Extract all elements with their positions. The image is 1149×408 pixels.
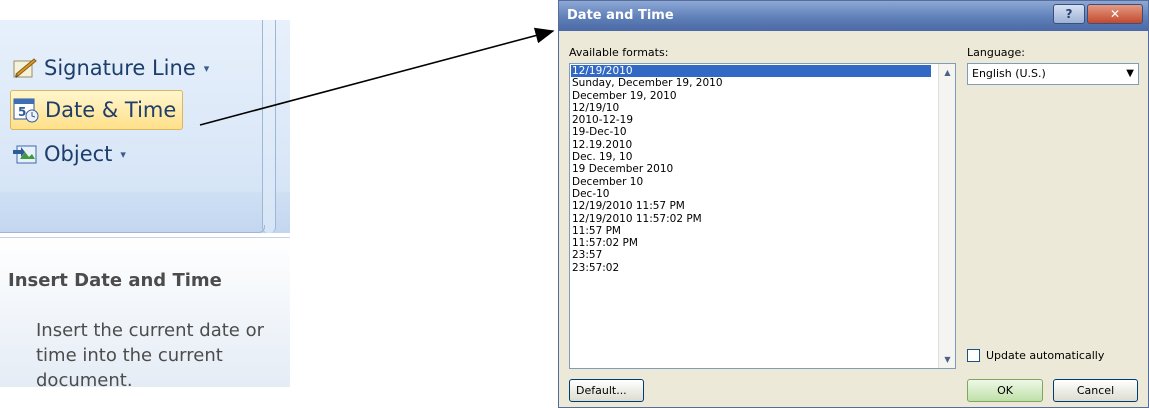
format-list-item[interactable]: Dec. 19, 10 [571, 151, 938, 163]
format-list-item[interactable]: 12/19/2010 11:57:02 PM [571, 213, 938, 225]
available-formats-label: Available formats: [569, 46, 669, 59]
object-icon [12, 141, 38, 167]
ribbon-group-separator [262, 20, 276, 233]
signature-line-label: Signature Line [44, 56, 196, 80]
tooltip: Insert Date and Time Insert the current … [0, 237, 290, 391]
ok-button[interactable]: OK [967, 379, 1043, 402]
ribbon-group-border [0, 225, 265, 233]
svg-text:5: 5 [18, 105, 26, 119]
default-button[interactable]: Default... [569, 379, 644, 402]
ribbon-insert-text-group: Signature Line ▾ 5 Date & Time Object ▾ [0, 20, 290, 233]
cancel-button[interactable]: Cancel [1053, 379, 1138, 402]
format-list-item[interactable]: 12/19/2010 [571, 65, 931, 78]
date-time-button[interactable]: 5 Date & Time [10, 90, 184, 130]
listbox-scrollbar[interactable]: ▲ ▼ [938, 64, 955, 368]
update-automatically-label: Update automatically [986, 349, 1105, 362]
format-list-item[interactable]: 2010-12-19 [571, 114, 938, 126]
chevron-down-icon: ▾ [203, 61, 210, 75]
language-label: Language: [967, 46, 1025, 59]
format-list-item[interactable]: 12/19/2010 11:57 PM [571, 200, 938, 212]
format-list-item[interactable]: 23:57:02 [571, 262, 938, 274]
format-list-item[interactable]: December 19, 2010 [571, 90, 938, 102]
format-list-item[interactable]: Dec-10 [571, 188, 938, 200]
dialog-title: Date and Time [567, 8, 674, 23]
formats-listbox[interactable]: 12/19/2010 Sunday, December 19, 2010 Decem… [569, 63, 956, 369]
scroll-up-icon[interactable]: ▲ [939, 64, 956, 81]
language-value: English (U.S.) [972, 67, 1046, 80]
signature-line-button[interactable]: Signature Line ▾ [10, 48, 215, 88]
format-list-item[interactable]: 11:57:02 PM [571, 237, 938, 249]
checkbox-box[interactable] [967, 349, 980, 362]
scroll-down-icon[interactable]: ▼ [939, 351, 956, 368]
format-list-item[interactable]: Sunday, December 19, 2010 [571, 77, 938, 89]
format-list-item[interactable]: 12.19.2010 [571, 139, 938, 151]
format-list-item[interactable]: 12/19/10 [571, 102, 938, 114]
language-select[interactable]: English (U.S.) ▼ [967, 63, 1139, 85]
chevron-down-icon: ▼ [1126, 68, 1134, 79]
format-list-item[interactable]: 19 December 2010 [571, 163, 938, 175]
format-list-item[interactable]: 19-Dec-10 [571, 126, 938, 138]
update-automatically-checkbox[interactable]: Update automatically [967, 349, 1104, 362]
date-time-dialog: Date and Time ? ✕ Available formats: 12/… [558, 0, 1149, 408]
object-label: Object [44, 142, 113, 166]
signature-pen-icon [12, 55, 38, 81]
format-list-item[interactable]: December 10 [571, 176, 938, 188]
format-list-item[interactable]: 23:57 [571, 249, 938, 261]
chevron-down-icon: ▾ [120, 147, 126, 161]
format-list-item[interactable]: 11:57 PM [571, 225, 938, 237]
calendar-clock-icon: 5 [13, 97, 39, 123]
dialog-titlebar[interactable]: Date and Time ? ✕ [559, 1, 1148, 31]
date-time-label: Date & Time [45, 98, 177, 122]
tooltip-title: Insert Date and Time [8, 270, 222, 291]
formats-list: 12/19/2010 Sunday, December 19, 2010 Decem… [570, 64, 938, 368]
close-button[interactable]: ✕ [1087, 4, 1143, 24]
object-button[interactable]: Object ▾ [10, 134, 132, 174]
help-button[interactable]: ? [1053, 4, 1085, 24]
tooltip-body: Insert the current date or time into the… [36, 320, 264, 391]
